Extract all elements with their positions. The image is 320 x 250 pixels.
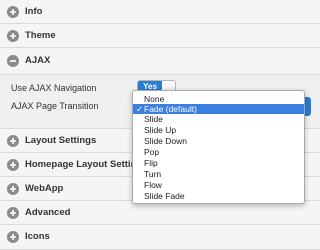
section-info[interactable]: Info	[0, 0, 320, 24]
plus-circle-icon	[7, 183, 19, 195]
option-turn[interactable]: Turn	[133, 169, 304, 179]
ajax-transition-label: AJAX Page Transition	[11, 101, 99, 111]
ajax-navigation-label: Use AJAX Navigation	[11, 83, 97, 93]
option-flow[interactable]: Flow	[133, 180, 304, 190]
section-ajax-label: AJAX	[25, 55, 51, 66]
section-icons-label: Icons	[25, 231, 50, 242]
section-info-label: Info	[25, 6, 43, 17]
section-icons[interactable]: Icons	[0, 225, 320, 250]
section-layout-label: Layout Settings	[25, 135, 97, 146]
section-advanced[interactable]: Advanced	[0, 201, 320, 225]
option-slide-down[interactable]: Slide Down	[133, 136, 304, 146]
plus-circle-icon	[7, 159, 19, 171]
checkmark-icon: ✓	[136, 104, 144, 114]
plus-circle-icon	[7, 6, 19, 18]
plus-circle-icon	[7, 231, 19, 243]
section-homepage-label: Homepage Layout Settings	[25, 159, 148, 170]
minus-circle-icon	[7, 55, 19, 67]
section-theme-label: Theme	[25, 30, 56, 41]
option-slide[interactable]: Slide	[133, 114, 304, 124]
section-theme[interactable]: Theme	[0, 24, 320, 48]
plus-circle-icon	[7, 207, 19, 219]
option-flip[interactable]: Flip	[133, 158, 304, 168]
plus-circle-icon	[7, 135, 19, 147]
option-pop[interactable]: Pop	[133, 147, 304, 157]
option-fade-label: Fade (default)	[144, 104, 197, 114]
section-webapp-label: WebApp	[25, 183, 64, 194]
option-slide-fade[interactable]: Slide Fade	[133, 191, 304, 201]
option-none[interactable]: None	[133, 94, 304, 104]
section-advanced-label: Advanced	[25, 207, 71, 218]
section-ajax[interactable]: AJAX	[0, 48, 320, 75]
plus-circle-icon	[7, 30, 19, 42]
option-fade-default[interactable]: ✓Fade (default)	[133, 104, 304, 114]
option-slide-up[interactable]: Slide Up	[133, 125, 304, 135]
transition-dropdown-menu[interactable]: None ✓Fade (default) Slide Slide Up Slid…	[132, 90, 305, 204]
